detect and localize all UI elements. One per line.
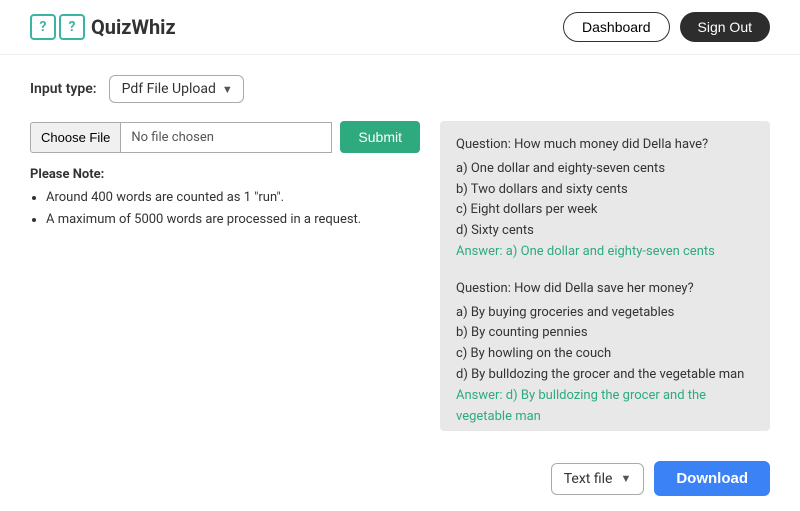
file-upload-row: Choose File No file chosen Submit — [30, 121, 420, 153]
submit-button[interactable]: Submit — [340, 121, 420, 153]
notes-title: Please Note: — [30, 167, 420, 182]
logo-area: ? ? QuizWhiz — [30, 14, 176, 40]
chevron-down-icon: ▼ — [222, 83, 233, 96]
option-1a: a) One dollar and eighty-seven cents — [456, 159, 754, 180]
logo-q2-box: ? — [59, 14, 85, 40]
question-text-2: Question: How did Della save her money? — [456, 279, 754, 300]
file-type-dropdown[interactable]: Text file ▼ — [551, 463, 645, 495]
dashboard-button[interactable]: Dashboard — [563, 12, 670, 42]
notes-section: Please Note: Around 400 words are counte… — [30, 167, 420, 231]
answer-2: Answer: d) By bulldozing the grocer and … — [456, 388, 706, 424]
content-columns: Choose File No file chosen Submit Please… — [30, 121, 770, 431]
answer-1: Answer: a) One dollar and eighty-seven c… — [456, 244, 715, 259]
option-2a: a) By buying groceries and vegetables — [456, 303, 754, 324]
quiz-panel[interactable]: Question: How much money did Della have?… — [440, 121, 770, 431]
notes-list: Around 400 words are counted as 1 "run".… — [30, 187, 420, 231]
bottom-bar: Text file ▼ Download — [0, 451, 800, 496]
file-name-display: No file chosen — [121, 122, 332, 153]
question-block-2: Question: How did Della save her money? … — [456, 279, 754, 428]
option-1c: c) Eight dollars per week — [456, 200, 754, 221]
download-button[interactable]: Download — [654, 461, 770, 496]
input-type-dropdown[interactable]: Pdf File Upload ▼ — [109, 75, 244, 103]
header-nav: Dashboard Sign Out — [563, 12, 770, 42]
option-2c: c) By howling on the couch — [456, 344, 754, 365]
chevron-down-icon-2: ▼ — [620, 472, 631, 485]
logo-q2: ? — [69, 19, 76, 35]
main-content: Input type: Pdf File Upload ▼ Choose Fil… — [0, 55, 800, 451]
logo-text: QuizWhiz — [91, 15, 176, 39]
option-2d: d) By bulldozing the grocer and the vege… — [456, 365, 754, 386]
option-1b: b) Two dollars and sixty cents — [456, 180, 754, 201]
logo-q1-box: ? — [30, 14, 56, 40]
file-type-label: Text file — [564, 471, 613, 487]
signout-button[interactable]: Sign Out — [680, 12, 770, 42]
input-type-label: Input type: — [30, 81, 97, 97]
notes-item-1: Around 400 words are counted as 1 "run". — [46, 187, 420, 209]
left-column: Choose File No file chosen Submit Please… — [30, 121, 420, 431]
choose-file-button[interactable]: Choose File — [30, 122, 121, 153]
question-text-1: Question: How much money did Della have? — [456, 135, 754, 156]
notes-item-2: A maximum of 5000 words are processed in… — [46, 209, 420, 231]
input-type-row: Input type: Pdf File Upload ▼ — [30, 75, 770, 103]
logo-q1: ? — [40, 19, 47, 35]
logo-icon: ? ? — [30, 14, 85, 40]
option-2b: b) By counting pennies — [456, 323, 754, 344]
question-block-1: Question: How much money did Della have?… — [456, 135, 754, 263]
option-1d: d) Sixty cents — [456, 221, 754, 242]
header: ? ? QuizWhiz Dashboard Sign Out — [0, 0, 800, 55]
input-type-value: Pdf File Upload — [122, 81, 216, 97]
right-column: Question: How much money did Della have?… — [440, 121, 770, 431]
